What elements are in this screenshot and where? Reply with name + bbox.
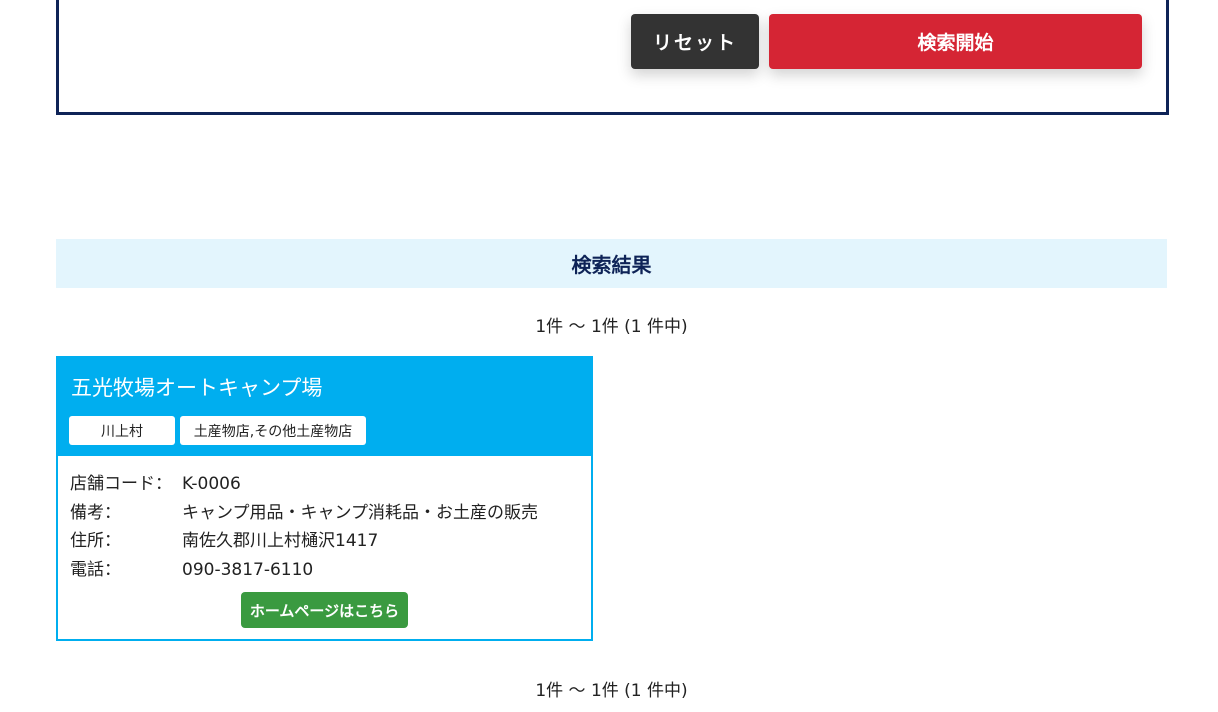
shop-name: 五光牧場オートキャンプ場 (71, 376, 323, 400)
phone-label: 電話： (70, 559, 121, 580)
address-label: 住所： (70, 531, 121, 551)
phone-value: 090-3817-6110 (182, 559, 314, 580)
result-card-header: 五光牧場オートキャンプ場 川上村 土産物店,その他土産物店 (58, 358, 591, 456)
address-value: 南佐久郡川上村樋沢1417 (182, 531, 379, 551)
shop-code-label: 店舗コード： (70, 474, 172, 494)
note-label: 備考： (70, 502, 121, 523)
phone-row: 電話： 090-3817-6110 (70, 556, 538, 585)
shop-code-row: 店舗コード： K-0006 (70, 470, 538, 499)
result-card: 五光牧場オートキャンプ場 川上村 土産物店,その他土産物店 店舗コード： K-0… (56, 356, 593, 641)
reset-button[interactable]: リセット (631, 14, 759, 69)
note-value: キャンプ用品・キャンプ消耗品・お土産の販売 (182, 502, 538, 523)
address-row: 住所： 南佐久郡川上村樋沢1417 (70, 527, 538, 556)
shop-info: 店舗コード： K-0006 備考： キャンプ用品・キャンプ消耗品・お土産の販売 … (70, 470, 538, 584)
homepage-button[interactable]: ホームページはこちら (241, 592, 408, 628)
category-tag: 土産物店,その他土産物店 (180, 416, 366, 445)
area-tag: 川上村 (69, 416, 175, 445)
search-submit-button[interactable]: 検索開始 (769, 14, 1142, 69)
results-heading: 検索結果 (56, 239, 1167, 288)
shop-code-value: K-0006 (182, 474, 241, 494)
note-row: 備考： キャンプ用品・キャンプ消耗品・お土産の販売 (70, 499, 538, 528)
pager-summary-top: 1件 〜 1件 (1 件中) (535, 317, 688, 337)
pager-summary-bottom: 1件 〜 1件 (1 件中) (535, 681, 688, 701)
